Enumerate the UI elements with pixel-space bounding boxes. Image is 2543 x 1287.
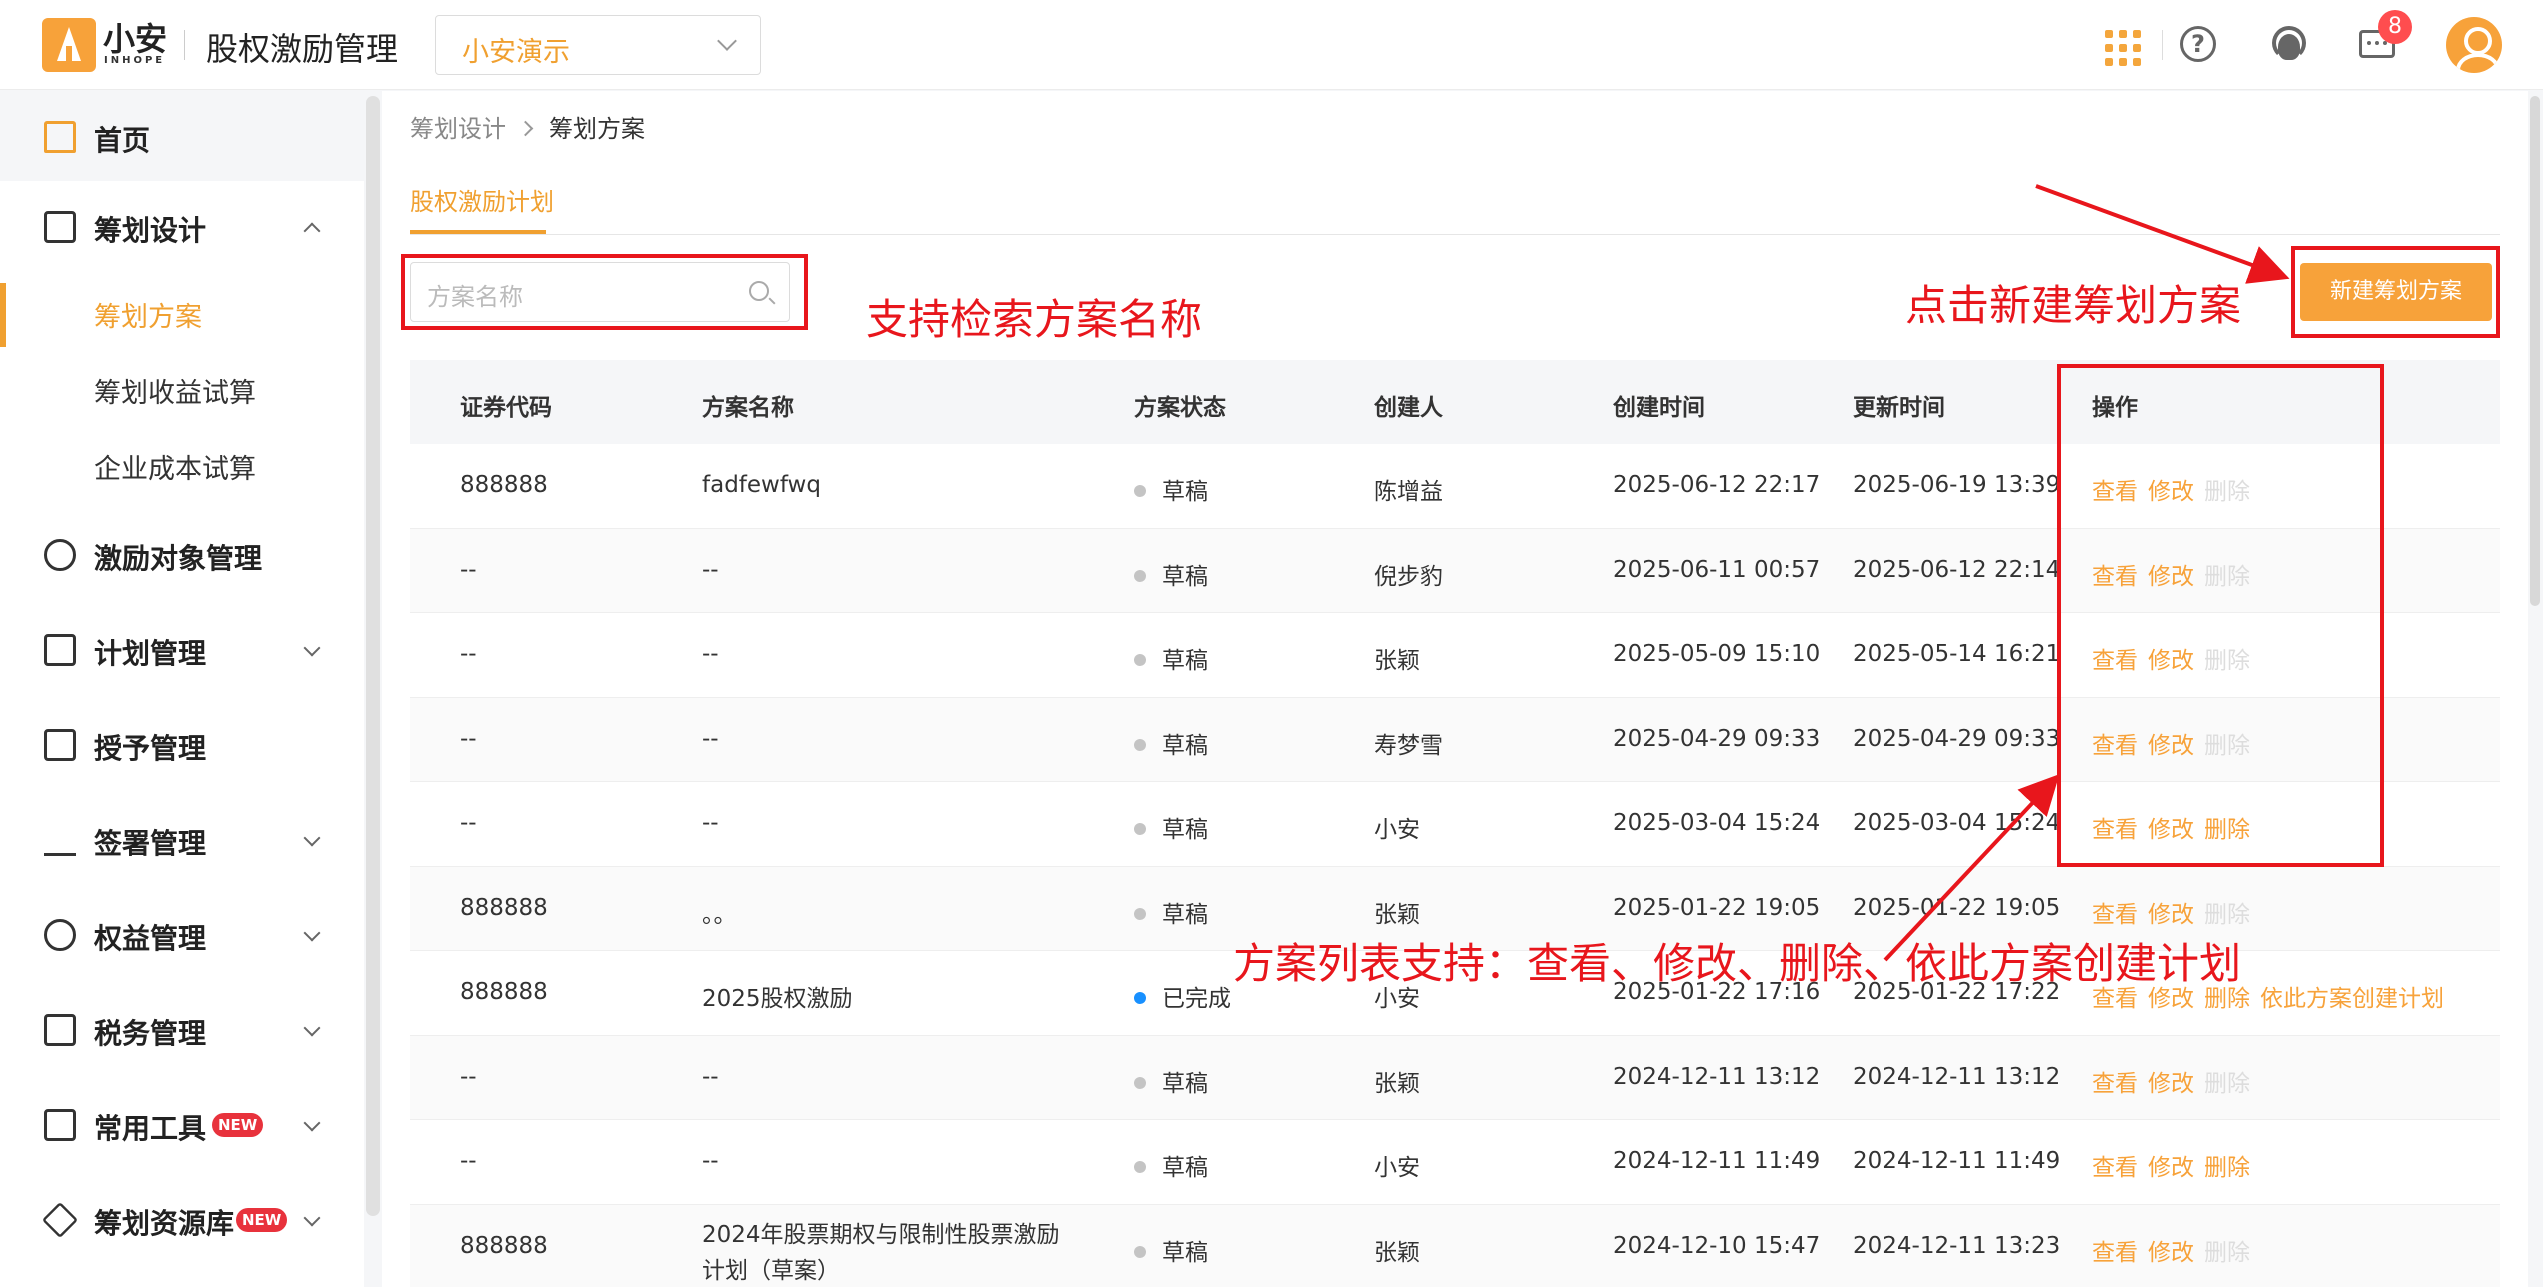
- annotation-arrows: [1883, 184, 2290, 962]
- arrow-to-actions: [1883, 774, 2060, 962]
- arrow-to-new-button: [2035, 184, 2290, 284]
